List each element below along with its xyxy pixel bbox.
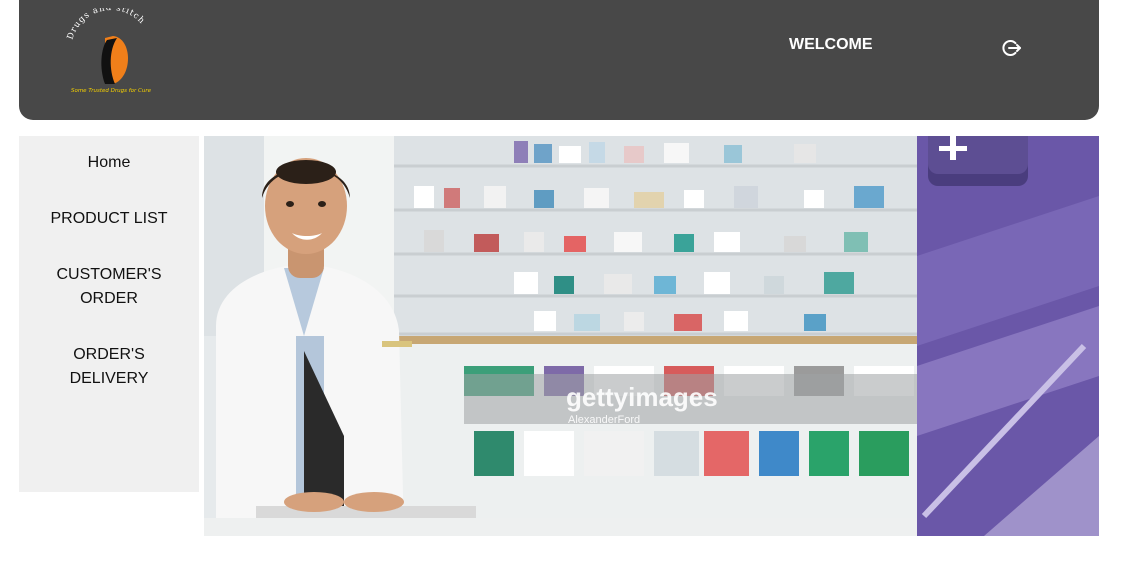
watermark-credit: AlexanderFord [568, 414, 640, 426]
sidebar-item-customers-order[interactable]: CUSTOMER'S ORDER [19, 263, 199, 311]
logo-graphic: Drugs and stitch Some Trusted Drugs for … [65, 3, 152, 94]
svg-text:Drugs and stitch: Drugs and stitch [65, 8, 146, 41]
brand-logo[interactable]: Drugs and stitch Some Trusted Drugs for … [63, 3, 159, 98]
sidebar-item-orders-delivery[interactable]: ORDER'S DELIVERY [19, 343, 199, 391]
logo-tagline: Some Trusted Drugs for Cure [71, 88, 152, 94]
welcome-text: WELCOME [789, 36, 873, 53]
pharmacy-banner-image: gettyimages AlexanderFord [204, 136, 1099, 536]
banner-illustration: gettyimages AlexanderFord [204, 136, 1099, 536]
logo-brand-text: Drugs and stitch [65, 3, 145, 41]
sidebar-item-home[interactable]: Home [19, 151, 199, 175]
logout-button[interactable] [1000, 36, 1024, 60]
top-header: Drugs and stitch Some Trusted Drugs for … [19, 0, 1099, 120]
sidebar-nav: Home PRODUCT LIST CUSTOMER'S ORDER ORDER… [19, 136, 199, 492]
sidebar-item-product-list[interactable]: PRODUCT LIST [19, 207, 199, 231]
watermark-text: gettyimages [566, 382, 718, 412]
logout-icon [1002, 40, 1021, 56]
